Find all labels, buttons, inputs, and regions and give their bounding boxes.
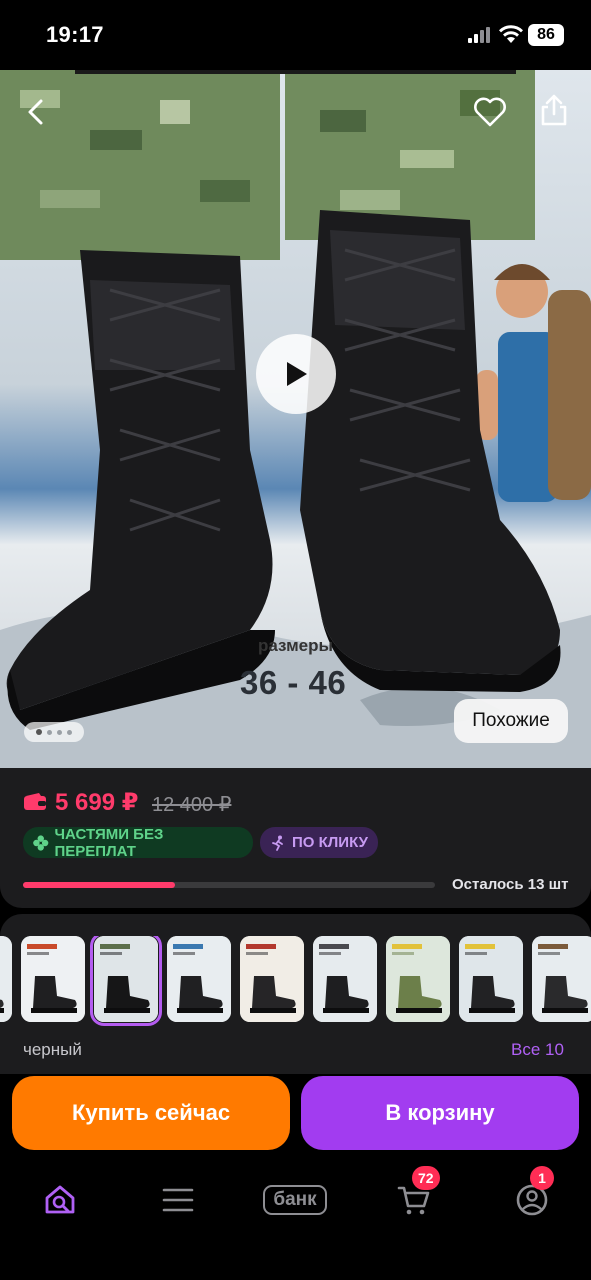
- variant-thumbnail[interactable]: [459, 936, 523, 1022]
- boot-thumbnail-image: [386, 936, 450, 1022]
- wallet-icon: [24, 793, 46, 810]
- gallery-dots: [24, 722, 84, 742]
- bank-icon: банк: [263, 1185, 327, 1215]
- product-gallery[interactable]: размеры 36 - 46 Похожие: [0, 70, 591, 768]
- buy-now-button[interactable]: Купить сейчас: [12, 1076, 290, 1150]
- boot-thumbnail-image: [459, 936, 523, 1022]
- variant-thumbnail[interactable]: [90, 936, 162, 1026]
- stock-progress-track: [23, 882, 435, 888]
- variant-thumbnail[interactable]: [167, 936, 231, 1022]
- battery-indicator: 86: [528, 24, 564, 46]
- all-variants-link[interactable]: Все 10: [511, 1040, 564, 1060]
- stock-remaining: Осталось 13 шт: [452, 876, 569, 893]
- home-indicator: [196, 1264, 396, 1270]
- sizes-value: 36 - 46: [240, 664, 347, 701]
- wifi-icon: [499, 25, 523, 43]
- price-card: 5 699 ₽ 12 400 ₽ ЧАСТЯМИ БЕЗ ПЕРЕПЛАТ ПО…: [0, 768, 591, 908]
- variant-thumbnail[interactable]: [240, 936, 304, 1022]
- variant-card: черный Все 10: [0, 914, 591, 1074]
- profile-notification-badge: 1: [530, 1166, 554, 1190]
- gallery-dot: [57, 729, 62, 735]
- add-to-cart-button[interactable]: В корзину: [301, 1076, 579, 1150]
- nav-catalog[interactable]: [148, 1170, 208, 1230]
- nav-bank[interactable]: банк: [258, 1170, 332, 1230]
- share-button[interactable]: [532, 88, 576, 132]
- gallery-dot-active: [36, 729, 42, 735]
- old-price: 12 400 ₽: [152, 794, 232, 816]
- action-bar: Купить сейчас В корзину банк 72 1: [0, 1074, 591, 1280]
- boot-thumbnail-image: [240, 936, 304, 1022]
- boot-thumbnail-image: [21, 936, 85, 1022]
- chevron-left-icon: [28, 99, 43, 125]
- play-icon: [287, 362, 307, 386]
- sizes-label: размеры: [258, 636, 334, 655]
- share-icon: [541, 94, 567, 126]
- nav-cart[interactable]: 72: [384, 1166, 444, 1230]
- boot-thumbnail-image: [94, 936, 158, 1022]
- selected-color: черный: [23, 1040, 82, 1059]
- boot-thumbnail-image: [313, 936, 377, 1022]
- top-strip: [75, 70, 516, 74]
- back-button[interactable]: [14, 90, 58, 134]
- variant-thumbnail[interactable]: [313, 936, 377, 1022]
- variant-thumbnail[interactable]: [0, 936, 12, 1022]
- installment-badge[interactable]: ЧАСТЯМИ БЕЗ ПЕРЕПЛАТ: [23, 825, 253, 860]
- cart-count-badge: 72: [412, 1166, 440, 1190]
- installment-label: ЧАСТЯМИ БЕЗ ПЕРЕПЛАТ: [54, 825, 164, 860]
- cellular-signal-icon: [468, 27, 490, 43]
- clover-icon: [33, 834, 49, 851]
- nav-home[interactable]: [30, 1170, 90, 1230]
- gallery-dot: [67, 729, 72, 735]
- current-price: 5 699 ₽: [55, 789, 139, 816]
- boot-thumbnail-image: [532, 936, 591, 1022]
- gallery-dot: [47, 729, 52, 735]
- boot-thumbnail-image: [167, 936, 231, 1022]
- menu-icon: [162, 1188, 194, 1212]
- variant-thumbnail[interactable]: [21, 936, 85, 1022]
- similar-button[interactable]: Похожие: [454, 699, 568, 743]
- home-search-icon: [45, 1185, 75, 1214]
- variant-thumbnails[interactable]: [0, 936, 591, 1026]
- variant-thumbnail[interactable]: [532, 936, 591, 1022]
- favorite-button[interactable]: [468, 90, 512, 134]
- status-time: 19:17: [46, 22, 104, 47]
- variant-thumbnail[interactable]: [386, 936, 450, 1022]
- bottom-navigation: банк 72 1: [0, 1166, 591, 1230]
- status-bar: 19:17 86: [0, 0, 591, 70]
- running-person-icon: [272, 835, 283, 851]
- one-click-badge[interactable]: ПО КЛИКУ: [260, 827, 378, 858]
- heart-icon: [474, 97, 506, 127]
- play-video-button[interactable]: [256, 334, 336, 414]
- one-click-label: ПО КЛИКУ: [292, 834, 368, 851]
- nav-profile[interactable]: 1: [502, 1166, 562, 1230]
- boot-thumbnail-image: [0, 936, 12, 1022]
- stock-progress-fill: [23, 882, 176, 888]
